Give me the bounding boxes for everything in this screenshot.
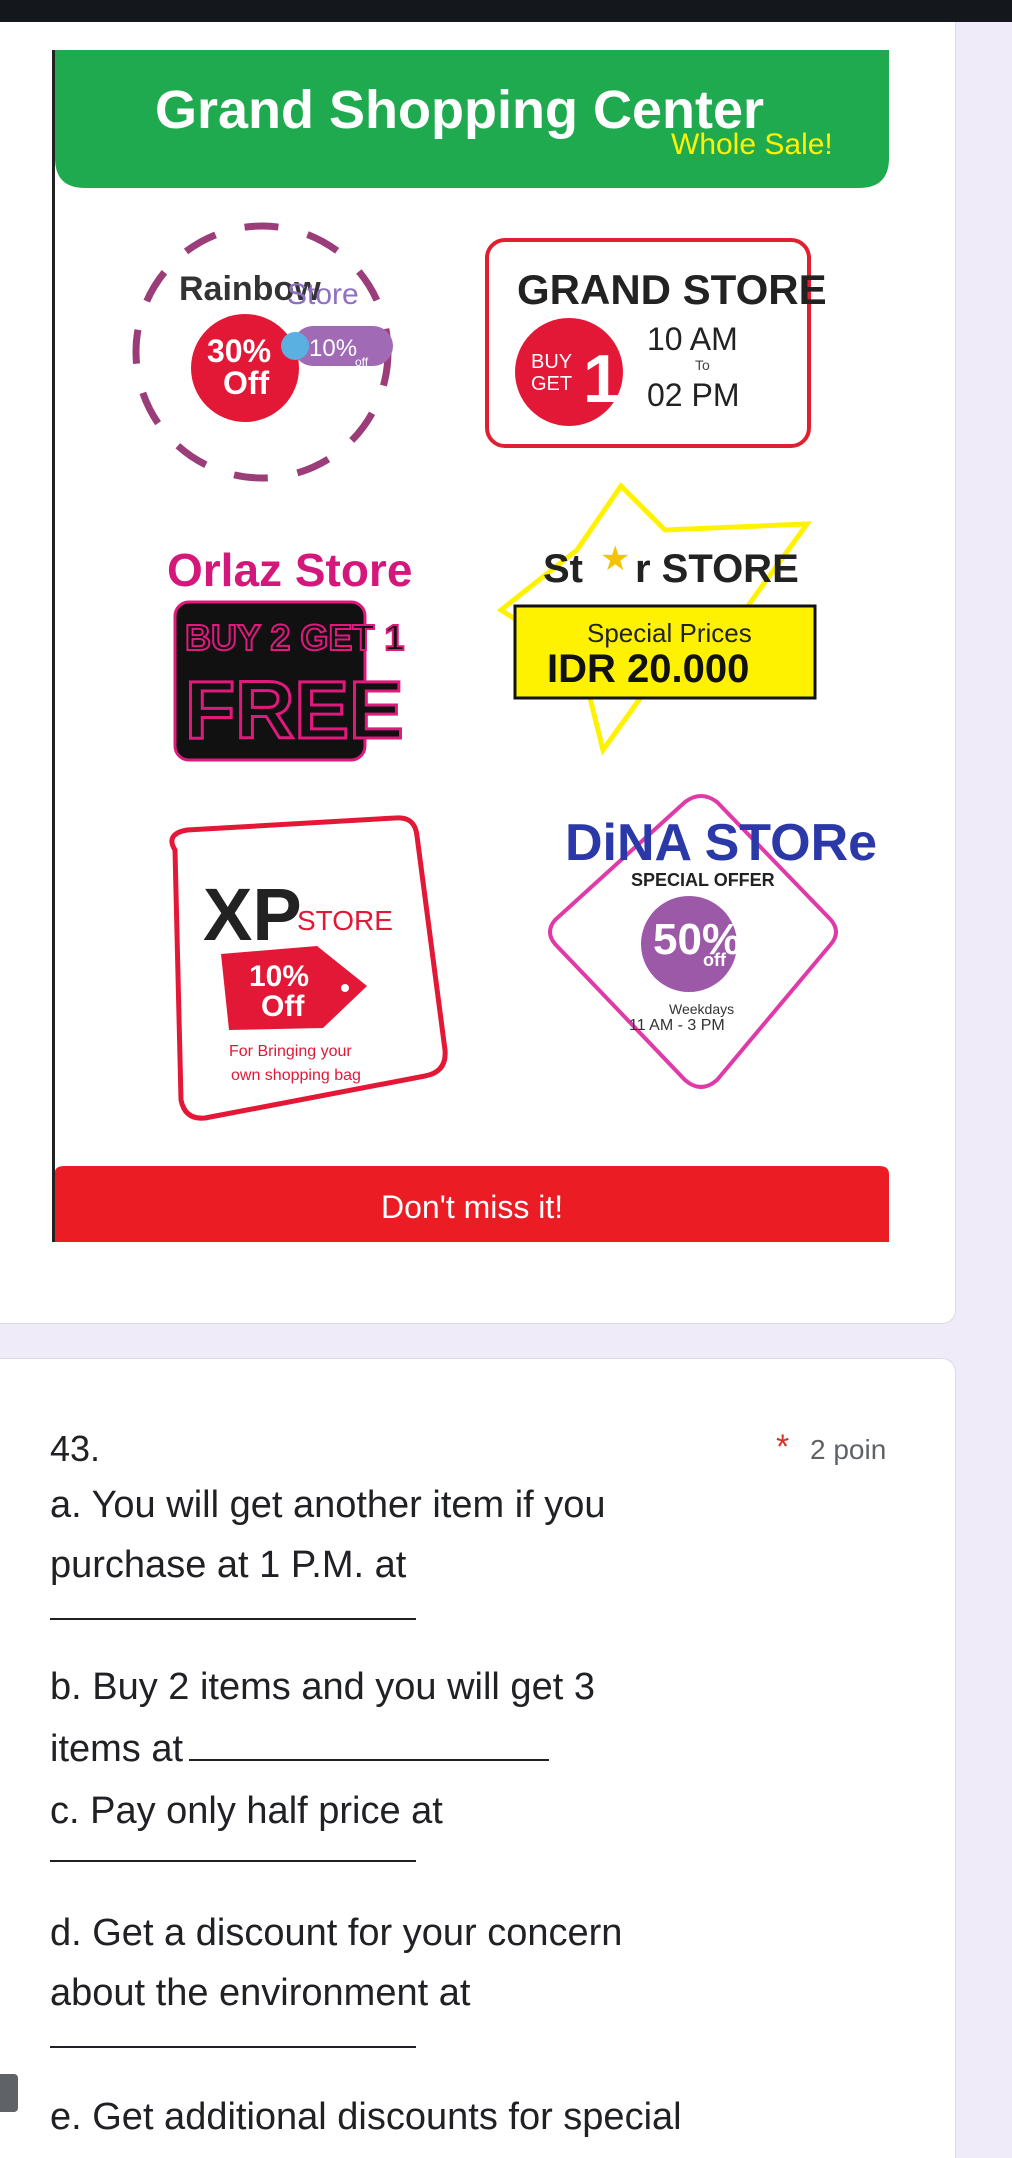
question-line-c1: c. Pay only half price at <box>50 1790 443 1832</box>
star-store-name-a: St <box>543 547 583 591</box>
star-icon: ★ <box>600 540 630 578</box>
grand-store-ad: GRAND STORE BUY GET 1 10 AM To 02 PM <box>485 238 827 448</box>
question-line-a1: a. You will get another item if you <box>50 1484 606 1526</box>
question-line-d1: d. Get a discount for your concern <box>50 1912 623 1954</box>
rainbow-name-2: Store <box>287 278 359 311</box>
question-line-d2: about the environment at <box>50 1972 471 2014</box>
side-tab-handle[interactable] <box>0 2074 18 2112</box>
dina-pct: 50% <box>653 915 741 964</box>
dina-off: off <box>703 950 727 970</box>
xp-store-text: STORE <box>297 905 393 936</box>
xp-note-1: For Bringing your <box>229 1043 352 1060</box>
orlaz-store-name: Orlaz Store <box>167 544 412 596</box>
dina-store-name: DiNA STORe <box>565 814 877 872</box>
dina-days: Weekdays <box>669 1001 734 1017</box>
right-margin <box>956 22 1012 2158</box>
poster-graphic: Grand Shopping Center Whole Sale! Rainbo… <box>55 50 889 1242</box>
question-line-b2: items at <box>50 1728 184 1770</box>
orlaz-free: FREE <box>185 665 404 756</box>
xp-logo: XP <box>203 873 302 956</box>
poster-footer-text: Don't miss it! <box>381 1189 563 1225</box>
browser-top-bar <box>0 0 1012 22</box>
shopping-poster-image: Grand Shopping Center Whole Sale! Rainbo… <box>52 50 889 1242</box>
xp-note-2: own shopping bag <box>231 1067 361 1084</box>
answer-blank-b <box>189 1731 550 1761</box>
question-line-e1: e. Get additional discounts for special <box>50 2096 682 2138</box>
answer-blank-a <box>50 1618 416 1620</box>
rainbow-deal-30: 30% <box>207 333 271 369</box>
poster-subtitle: Whole Sale! <box>671 128 833 161</box>
question-points: 2 poin <box>810 1434 887 1465</box>
question-line-a2: purchase at 1 P.M. at <box>50 1544 407 1586</box>
star-store-name-b: r STORE <box>635 547 799 591</box>
rainbow-store-ad: Rainbow Store 30% Off 10% off <box>132 222 393 482</box>
xp-deal-pct: 10% <box>249 960 309 993</box>
required-mark: * <box>776 1428 790 1466</box>
rainbow-deal-10-off: off <box>355 355 369 369</box>
dina-special-offer: SPECIAL OFFER <box>631 870 775 890</box>
rainbow-deal-off: Off <box>223 365 270 401</box>
answer-blank-c <box>50 1860 416 1862</box>
grand-to: To <box>695 357 710 373</box>
dina-store-ad: DiNA STORe SPECIAL OFFER 50% off Weekday… <box>548 794 877 1089</box>
rainbow-deal-10: 10% <box>309 335 357 362</box>
orlaz-store-ad: Orlaz Store BUY 2 GET 1 FREE <box>167 544 412 762</box>
xp-store-ad: XP STORE 10% Off For Bringing your own s… <box>169 815 448 1121</box>
answer-blank-d <box>50 2046 416 2048</box>
grand-badge-get: GET <box>531 373 572 395</box>
grand-store-name: GRAND STORE <box>517 266 827 313</box>
star-store-ad: St ★ r STORE Special Prices IDR 20.000 <box>496 482 817 756</box>
xp-deal-off: Off <box>261 990 305 1023</box>
grand-open-time: 10 AM <box>647 321 738 357</box>
dina-hours: 11 AM - 3 PM <box>629 1017 725 1034</box>
grand-close-time: 02 PM <box>647 377 739 413</box>
question-number: 43. <box>50 1428 101 1469</box>
star-special-prices: Special Prices <box>587 618 752 648</box>
question-line-b1: b. Buy 2 items and you will get 3 <box>50 1666 595 1708</box>
grand-badge-number: 1 <box>583 341 621 417</box>
orlaz-buy2get1: BUY 2 GET 1 <box>185 617 404 658</box>
question-line-b2-row: items at <box>50 1728 550 1771</box>
star-price: IDR 20.000 <box>547 647 749 691</box>
grand-badge-buy: BUY <box>531 351 572 373</box>
